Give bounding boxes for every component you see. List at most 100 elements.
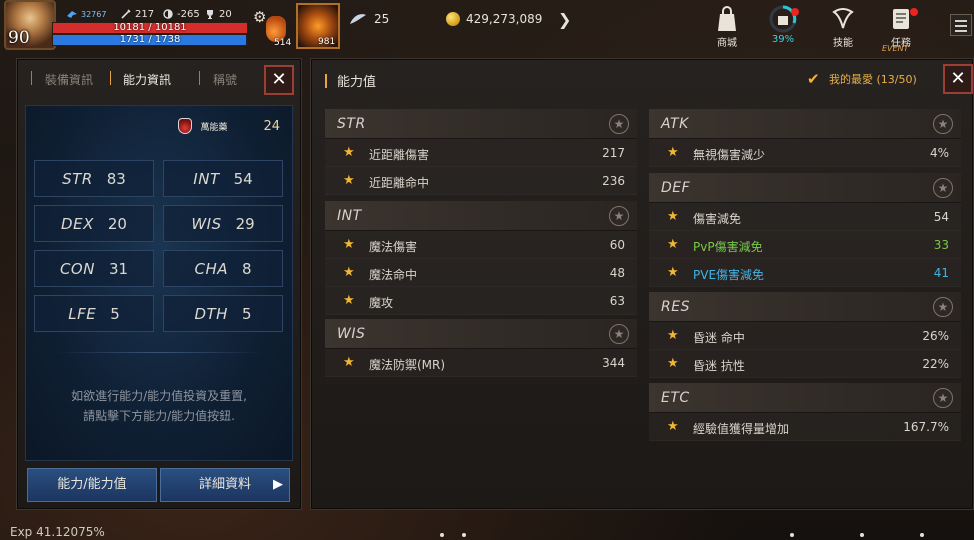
potion-quickslot[interactable]: 514 [258, 10, 294, 48]
star-filled-icon[interactable]: ★ [667, 237, 679, 252]
top-hud: 90 32767 217 -265 20 10181 / 10181 1731 … [0, 0, 974, 53]
feather-currency: 25 [348, 12, 389, 26]
tab-separator [199, 71, 200, 85]
close-icon[interactable]: ✕ [943, 64, 973, 94]
stat-row-name: 魔攻 [369, 296, 394, 310]
right-panel-header: 能力值 ✔ 我的最愛 (13/50) ✕ [311, 59, 973, 101]
stat-label: WIS [191, 214, 222, 233]
quest-notification-dot [910, 8, 918, 16]
section-header: DEF ★ [649, 173, 961, 203]
skill-button[interactable]: 技能 [818, 2, 868, 50]
star-filled-icon[interactable]: ★ [343, 265, 355, 280]
tab-ability-info[interactable]: 能力資訊 [123, 71, 171, 88]
stat-row[interactable]: ★ 傷害減免 54 [649, 203, 961, 231]
stat-row-name: 魔法傷害 [369, 240, 418, 254]
ability-stats-button[interactable]: 能力/能力值 [27, 468, 157, 502]
checkbox-checked-icon[interactable]: ✔ [807, 72, 823, 87]
section-title: DEF [661, 180, 691, 196]
section-int: INT ★ ★ 魔法傷害 60 ★ 魔法命中 48 ★ 魔攻 63 [325, 201, 637, 315]
left-panel-tabs: 裝備資訊 能力資訊 稱號 ✕ [17, 59, 301, 101]
star-filled-icon[interactable]: ★ [343, 237, 355, 252]
stat-row[interactable]: ★ PvP傷害減免 33 [649, 231, 961, 259]
close-icon[interactable]: ✕ [264, 65, 294, 95]
hamburger-menu-icon[interactable] [950, 14, 972, 36]
star-filled-icon[interactable]: ★ [343, 293, 355, 308]
star-filled-icon[interactable]: ★ [667, 328, 679, 343]
gold-currency: 429,273,089 [446, 12, 542, 26]
star-filled-icon[interactable]: ★ [667, 145, 679, 160]
tab-title[interactable]: 稱號 [213, 71, 237, 88]
favorites-toggle[interactable]: ✔ 我的最愛 (13/50) [807, 71, 917, 87]
stat-row-name: 魔法防禦(MR) [369, 358, 446, 372]
stat-int: INT 54 [163, 160, 283, 197]
hint-line: 請點擊下方能力/能力值按鈕. [83, 409, 235, 423]
stat-row[interactable]: ★ 魔法防禦(MR) 344 [325, 349, 637, 377]
stat-row-value: 41 [933, 266, 949, 280]
star-outline-icon[interactable]: ★ [933, 178, 953, 198]
section-title: WIS [337, 326, 366, 342]
shop-label: 商城 [717, 38, 737, 49]
star-outline-icon[interactable]: ★ [933, 388, 953, 408]
stat-row[interactable]: ★ PVE傷害減免 41 [649, 259, 961, 287]
star-filled-icon[interactable]: ★ [667, 265, 679, 280]
stat-row-value: 167.7% [903, 420, 949, 434]
stat-row-value: 54 [933, 210, 949, 224]
star-outline-icon[interactable]: ★ [933, 114, 953, 134]
quest-button[interactable]: 任務 EVENT [876, 2, 926, 53]
details-button[interactable]: 詳細資料 ▶ [160, 468, 290, 502]
stat-row[interactable]: ★ 昏迷 抗性 22% [649, 350, 961, 378]
section-header: WIS ★ [325, 319, 637, 349]
alignment-icon [163, 9, 173, 19]
star-outline-icon[interactable]: ★ [609, 206, 629, 226]
trophy-value: 20 [219, 8, 232, 20]
stat-row-name: 魔法命中 [369, 268, 418, 282]
stat-row[interactable]: ★ 魔法命中 48 [325, 259, 637, 287]
tab-equipment[interactable]: 裝備資訊 [45, 71, 93, 88]
stat-row[interactable]: ★ 經驗值獲得量增加 167.7% [649, 413, 961, 441]
stat-cha: CHA 8 [163, 250, 283, 287]
stat-value: 5 [241, 304, 252, 323]
skill-quickslot[interactable]: 981 [296, 3, 340, 49]
stat-row[interactable]: ★ 魔法傷害 60 [325, 231, 637, 259]
star-outline-icon[interactable]: ★ [933, 297, 953, 317]
stat-row[interactable]: ★ 無視傷害減少 4% [649, 139, 961, 167]
star-filled-icon[interactable]: ★ [667, 356, 679, 371]
chevron-right-icon[interactable]: ❯ [558, 10, 571, 29]
page-dot [860, 533, 864, 537]
star-filled-icon[interactable]: ★ [667, 209, 679, 224]
stat-row-name: PvP傷害減免 [693, 240, 763, 254]
stat-row-name: 經驗值獲得量增加 [693, 422, 790, 436]
stat-row[interactable]: ★ 近距離命中 236 [325, 167, 637, 195]
attack-value: 217 [135, 8, 155, 20]
hp-bar: 10181 / 10181 [52, 22, 248, 34]
stat-row-value: 217 [602, 146, 625, 160]
star-outline-icon[interactable]: ★ [609, 324, 629, 344]
stat-row-value: 63 [609, 294, 625, 308]
page-dot [462, 533, 466, 537]
gift-progress-button[interactable]: 39% [758, 2, 808, 50]
stat-row[interactable]: ★ 近距離傷害 217 [325, 139, 637, 167]
stat-row[interactable]: ★ 魔攻 63 [325, 287, 637, 315]
star-filled-icon[interactable]: ★ [343, 173, 355, 188]
elixir-icon [178, 118, 193, 134]
stat-str: STR 83 [34, 160, 154, 197]
stat-row-name: 昏迷 命中 [693, 331, 745, 345]
star-filled-icon[interactable]: ★ [667, 419, 679, 434]
stat-label: CON [59, 259, 95, 278]
star-filled-icon[interactable]: ★ [343, 145, 355, 160]
star-outline-icon[interactable]: ★ [609, 114, 629, 134]
stat-row[interactable]: ★ 昏迷 命中 26% [649, 322, 961, 350]
page-dot [920, 533, 924, 537]
shop-button[interactable]: 商城 [702, 2, 752, 50]
star-filled-icon[interactable]: ★ [343, 355, 355, 370]
stat-label: STR [62, 169, 93, 188]
stat-wis: WIS 29 [163, 205, 283, 242]
stat-row-value: 344 [602, 356, 625, 370]
page-dot [440, 533, 444, 537]
section-title: ETC [661, 390, 690, 406]
stat-row-value: 236 [602, 174, 625, 188]
play-arrow-icon: ▶ [273, 477, 283, 492]
section-header: ATK ★ [649, 109, 961, 139]
gold-coin-icon [446, 12, 460, 26]
stat-row-name: 傷害減免 [693, 212, 742, 226]
